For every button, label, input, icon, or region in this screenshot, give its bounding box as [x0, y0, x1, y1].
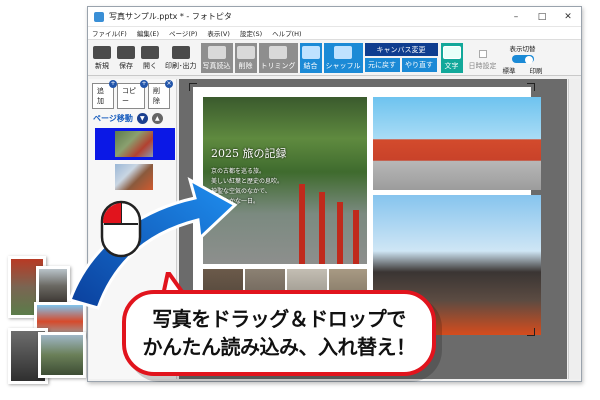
vertical-scrollbar[interactable] — [568, 79, 580, 379]
crop-corner-mark — [527, 83, 535, 91]
crop-corner-mark — [527, 328, 535, 336]
lantern-post — [319, 192, 325, 264]
page-move-label: ページ移動 — [93, 114, 133, 123]
copy-page-label: コピー — [122, 87, 136, 105]
minus-icon: × — [165, 80, 173, 88]
add-page-button[interactable]: 追加 + — [92, 80, 117, 109]
callout-bubble: 写真をドラッグ＆ドロップで かんたん読み込み、入れ替え！ — [122, 290, 436, 376]
mouse-icon — [100, 200, 142, 258]
move-up-icon[interactable]: ▲ — [151, 113, 163, 124]
page-move: ページ移動 ▼ ▲ — [89, 113, 176, 124]
delete-page-label: 削除 — [153, 87, 160, 105]
callout-line-1: 写真をドラッグ＆ドロップで — [152, 307, 406, 331]
move-down-icon[interactable]: ▼ — [136, 113, 148, 124]
photo-temple-gate[interactable] — [373, 97, 541, 190]
promo-stage: 写真サンプル.pptx * - フォトピタ – □ ✕ ファイル(F) 編集(E… — [0, 0, 600, 400]
copy-page-button[interactable]: コピー + — [117, 80, 148, 109]
lantern-post — [337, 202, 343, 264]
page-buttons: 追加 + コピー + 削除 × — [89, 79, 176, 113]
lantern-post — [353, 210, 359, 264]
copy-icon: + — [140, 80, 148, 88]
plus-icon: + — [109, 80, 117, 88]
callout-line-2: かんたん読み込み、入れ替え！ — [142, 335, 417, 359]
crop-corner-mark — [189, 83, 197, 91]
loose-photo-temple[interactable] — [38, 332, 86, 378]
delete-page-button[interactable]: 削除 × — [148, 80, 173, 109]
add-page-label: 追加 — [97, 87, 104, 105]
